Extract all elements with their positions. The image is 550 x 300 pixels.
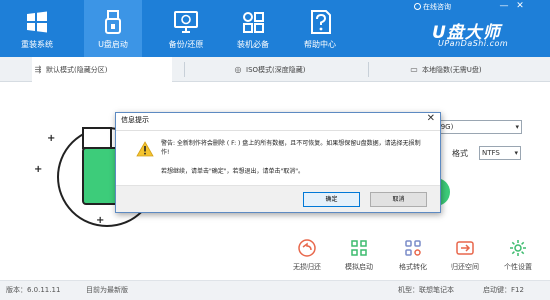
nav-label: 装机必备 xyxy=(237,40,269,49)
format-select[interactable]: NTFS ▾ xyxy=(479,146,521,160)
usb-symbol-icon: ⇶ xyxy=(34,65,42,74)
dialog-warning-message: 警告: 全新制作将会删除 ( F: ) 盘上的所有数据，且不可恢复。如果想保留U… xyxy=(161,140,421,156)
nav-backup-restore[interactable]: 备份/还原 xyxy=(157,0,215,57)
dialog-titlebar: 信息提示 ✕ xyxy=(116,113,440,131)
ok-button[interactable]: 确定 xyxy=(303,192,360,207)
tool-return-space[interactable]: 归还空间 xyxy=(441,238,489,272)
dialog-footer: 确定 取消 xyxy=(116,185,440,212)
close-button[interactable]: ✕ xyxy=(512,1,528,11)
boot-hotkey-text: 启动键：F12 xyxy=(483,286,524,294)
nav-essentials[interactable]: 装机必备 xyxy=(224,0,282,57)
decor-plus-icon: + xyxy=(96,215,105,226)
device-select[interactable]: (9G) ▾ xyxy=(435,120,522,134)
app-header: 重装系统 U盘启动 备份/还原 装机必备 帮助中心 在线咨询 — ✕ U盘大师 … xyxy=(0,0,550,57)
windows-logo-icon xyxy=(27,11,47,33)
chevron-down-icon: ▾ xyxy=(515,123,519,131)
nav-help-center[interactable]: 帮助中心 xyxy=(291,0,349,57)
tab-iso-mode[interactable]: ◎ ISO模式(深度隐藏) xyxy=(232,57,372,82)
warning-icon xyxy=(136,141,154,157)
version-text: 版本：6.0.11.11 xyxy=(6,286,61,294)
tool-simulate-boot[interactable]: 模拟启动 xyxy=(335,238,383,272)
divider xyxy=(184,62,185,77)
nav-label: U盘启动 xyxy=(98,40,128,49)
usb-illustration-connector xyxy=(82,127,112,149)
cancel-button[interactable]: 取消 xyxy=(370,192,427,207)
dialog-body: 警告: 全新制作将会删除 ( F: ) 盘上的所有数据，且不可恢复。如果想保留U… xyxy=(116,132,440,185)
chevron-down-icon: ▾ xyxy=(514,149,518,157)
decor-plus-icon: + xyxy=(34,164,43,175)
return-space-icon xyxy=(456,241,474,255)
dialog-title: 信息提示 xyxy=(121,116,149,124)
backup-restore-icon xyxy=(174,11,198,33)
update-status-link[interactable]: 目前为最新版 xyxy=(86,281,128,300)
format-label: 格式 xyxy=(452,149,468,158)
computer-icon: ▭ xyxy=(410,65,418,74)
decor-plus-icon: + xyxy=(47,133,56,144)
tool-lossless-restore[interactable]: 无损归还 xyxy=(283,238,331,272)
machine-model-text: 机型：联想笔记本 xyxy=(398,286,454,294)
online-support-link[interactable]: 在线咨询 xyxy=(414,2,451,12)
window-controls: — ✕ xyxy=(496,1,528,11)
tab-default-mode[interactable]: ⇶ 默认模式(隐藏分区) xyxy=(32,57,172,83)
simulate-boot-icon xyxy=(351,240,367,256)
minimize-button[interactable]: — xyxy=(496,1,512,11)
dialog-instruction-message: 若想继续，请单击"确定"，若想退出，请单击"取消"。 xyxy=(161,168,305,175)
settings-icon xyxy=(510,240,526,256)
nav-reinstall-system[interactable]: 重装系统 xyxy=(8,0,66,57)
tool-format-convert[interactable]: 格式转化 xyxy=(389,238,437,272)
dialog-close-button[interactable]: ✕ xyxy=(427,113,435,124)
divider xyxy=(368,62,369,77)
info-dialog: 信息提示 ✕ 警告: 全新制作将会删除 ( F: ) 盘上的所有数据，且不可恢复… xyxy=(115,112,441,213)
disc-icon: ◎ xyxy=(234,65,242,74)
nav-label: 备份/还原 xyxy=(168,40,204,49)
mode-tabs: ⇶ 默认模式(隐藏分区) ◎ ISO模式(深度隐藏) ▭ 本地隐数(无需U盘) xyxy=(0,57,550,83)
brand-url: UPanDaShi.com xyxy=(438,39,509,48)
tool-personal-settings[interactable]: 个性设置 xyxy=(494,238,542,272)
undo-icon xyxy=(298,239,316,257)
format-convert-icon xyxy=(405,240,421,256)
nav-label: 帮助中心 xyxy=(304,40,336,49)
tab-local-mode[interactable]: ▭ 本地隐数(无需U盘) xyxy=(408,57,548,82)
status-bar: 版本：6.0.11.11 目前为最新版 机型：联想笔记本 启动键：F12 xyxy=(0,280,550,300)
nav-usb-boot[interactable]: U盘启动 xyxy=(84,0,142,57)
help-question-icon xyxy=(311,10,331,34)
chat-icon xyxy=(414,3,421,10)
usb-drive-icon xyxy=(105,10,121,34)
nav-label: 重装系统 xyxy=(21,40,53,49)
apps-grid-icon xyxy=(243,12,264,33)
